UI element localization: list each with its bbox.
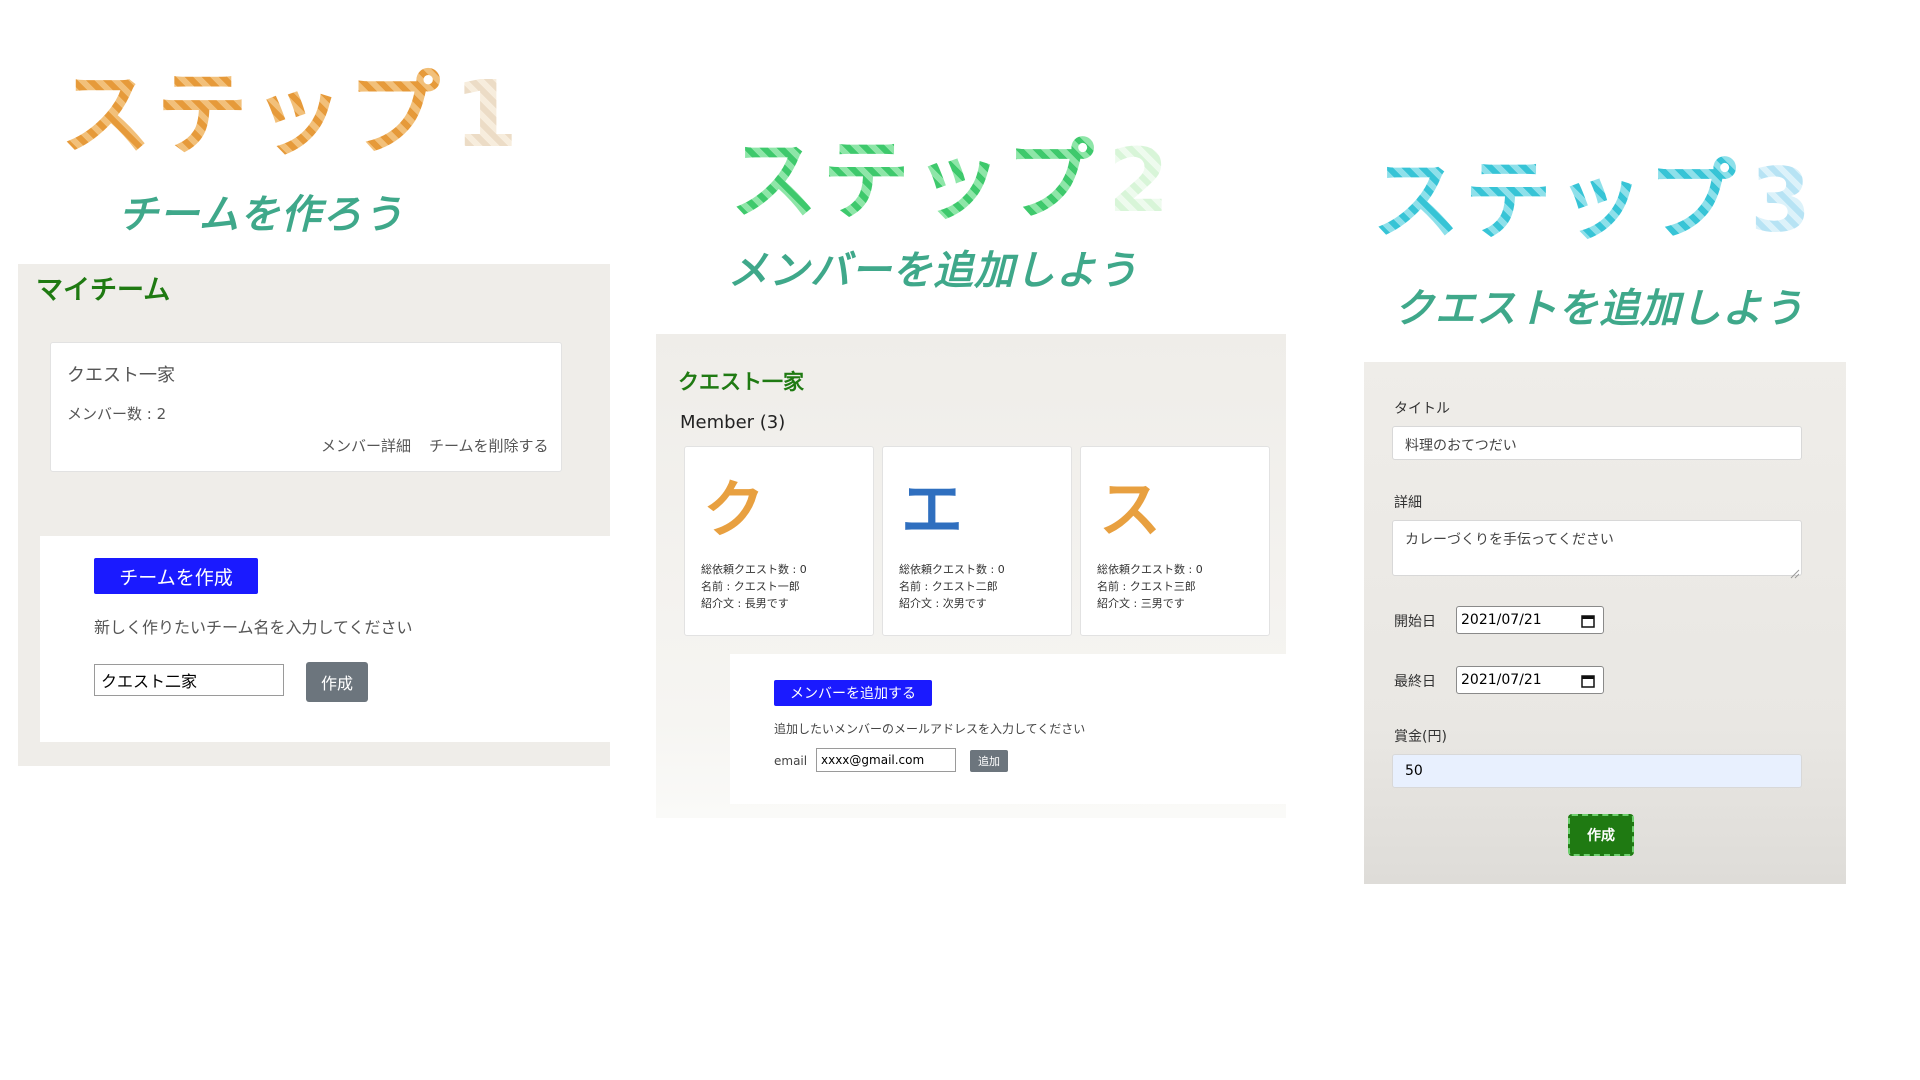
- member-count: メンバー数 : 2: [67, 405, 167, 423]
- team-name-input[interactable]: [94, 664, 284, 696]
- member-intro-1: 紹介文 : 長男です: [701, 597, 789, 610]
- create-quest-button[interactable]: 作成: [1568, 814, 1634, 856]
- step3-panel: タイトル 料理のおてつだい 詳細 カレーづくりを手伝ってください 開始日 202…: [1364, 362, 1846, 884]
- create-team-section: チームを作成 新しく作りたいチーム名を入力してください 作成: [40, 536, 610, 742]
- title-label: タイトル: [1394, 401, 1450, 417]
- step1-panel: マイチーム クエスト一家 メンバー数 : 2 メンバー詳細 チームを削除する チ…: [18, 264, 610, 766]
- step3-title-text: ステップ: [1372, 130, 1740, 257]
- title-input[interactable]: 料理のおてつだい: [1392, 426, 1802, 460]
- add-member-section: メンバーを追加する 追加したいメンバーのメールアドレスを入力してください ema…: [730, 654, 1286, 804]
- create-team-instruction: 新しく作りたいチーム名を入力してください: [94, 618, 413, 637]
- step1-subtitle: チームを作ろう: [118, 192, 404, 238]
- member-intro-2: 紹介文 : 次男です: [899, 597, 987, 610]
- calendar-icon[interactable]: [1581, 613, 1595, 628]
- step3-subtitle: クエストを追加しよう: [1394, 286, 1804, 332]
- detail-textarea[interactable]: カレーづくりを手伝ってください: [1392, 520, 1802, 576]
- add-submit-button[interactable]: 追加: [970, 750, 1008, 772]
- member-quests-2: 総依頼クエスト数 : 0: [899, 563, 1005, 576]
- member-name-3: 名前 : クエスト三郎: [1097, 580, 1196, 593]
- member-avatar-1: ク: [703, 473, 766, 546]
- reward-input[interactable]: 50: [1392, 754, 1802, 788]
- delete-team-link[interactable]: チームを削除する: [429, 435, 549, 456]
- member-card-3: ス 総依頼クエスト数 : 0 名前 : クエスト三郎 紹介文 : 三男です: [1080, 446, 1270, 636]
- member-name-2: 名前 : クエスト二郎: [899, 580, 998, 593]
- email-label: email: [774, 754, 808, 768]
- step2-title-text: ステップ: [730, 110, 1098, 237]
- create-submit-button[interactable]: 作成: [306, 662, 368, 702]
- step3-title: ステップ 3: [1372, 130, 1815, 257]
- end-date-input[interactable]: 2021/07/21: [1456, 666, 1604, 694]
- member-card-1: ク 総依頼クエスト数 : 0 名前 : クエスト一郎 紹介文 : 長男です: [684, 446, 874, 636]
- step1-title: ステップ 1: [60, 40, 522, 173]
- add-member-button[interactable]: メンバーを追加する: [774, 680, 932, 706]
- member-heading: Member (3): [680, 412, 786, 433]
- add-member-instruction: 追加したいメンバーのメールアドレスを入力してください: [774, 722, 1086, 736]
- member-detail-link[interactable]: メンバー詳細: [321, 435, 411, 456]
- member-quests-3: 総依頼クエスト数 : 0: [1097, 563, 1203, 576]
- resize-handle-icon[interactable]: [1790, 564, 1800, 579]
- my-team-heading: マイチーム: [36, 275, 171, 306]
- member-avatar-3: ス: [1099, 473, 1162, 546]
- email-input[interactable]: [816, 748, 956, 772]
- member-card-2: エ 総依頼クエスト数 : 0 名前 : クエスト二郎 紹介文 : 次男です: [882, 446, 1072, 636]
- detail-label: 詳細: [1394, 495, 1422, 511]
- step2-panel: クエスト一家 Member (3) ク 総依頼クエスト数 : 0 名前 : クエ…: [656, 334, 1286, 818]
- start-date-label: 開始日: [1394, 614, 1436, 630]
- calendar-icon[interactable]: [1581, 673, 1595, 688]
- member-avatar-2: エ: [901, 473, 964, 546]
- team-card: クエスト一家 メンバー数 : 2 メンバー詳細 チームを削除する: [50, 342, 562, 472]
- step2-title-number: 2: [1108, 129, 1174, 232]
- reward-label: 賞金(円): [1394, 729, 1447, 745]
- team-name: クエスト一家: [67, 365, 175, 386]
- step1-title-number: 1: [454, 61, 523, 168]
- step2-subtitle: メンバーを追加しよう: [728, 248, 1138, 294]
- member-intro-3: 紹介文 : 三男です: [1097, 597, 1185, 610]
- step2-title: ステップ 2: [730, 110, 1173, 237]
- step1-title-text: ステップ: [60, 40, 444, 173]
- end-date-value: 2021/07/21: [1461, 672, 1542, 688]
- end-date-label: 最終日: [1394, 674, 1436, 690]
- team-name-heading: クエスト一家: [678, 370, 804, 394]
- step3-title-number: 3: [1750, 149, 1816, 252]
- start-date-value: 2021/07/21: [1461, 612, 1542, 628]
- member-name-1: 名前 : クエスト一郎: [701, 580, 800, 593]
- member-quests-1: 総依頼クエスト数 : 0: [701, 563, 807, 576]
- create-team-button[interactable]: チームを作成: [94, 558, 258, 594]
- start-date-input[interactable]: 2021/07/21: [1456, 606, 1604, 634]
